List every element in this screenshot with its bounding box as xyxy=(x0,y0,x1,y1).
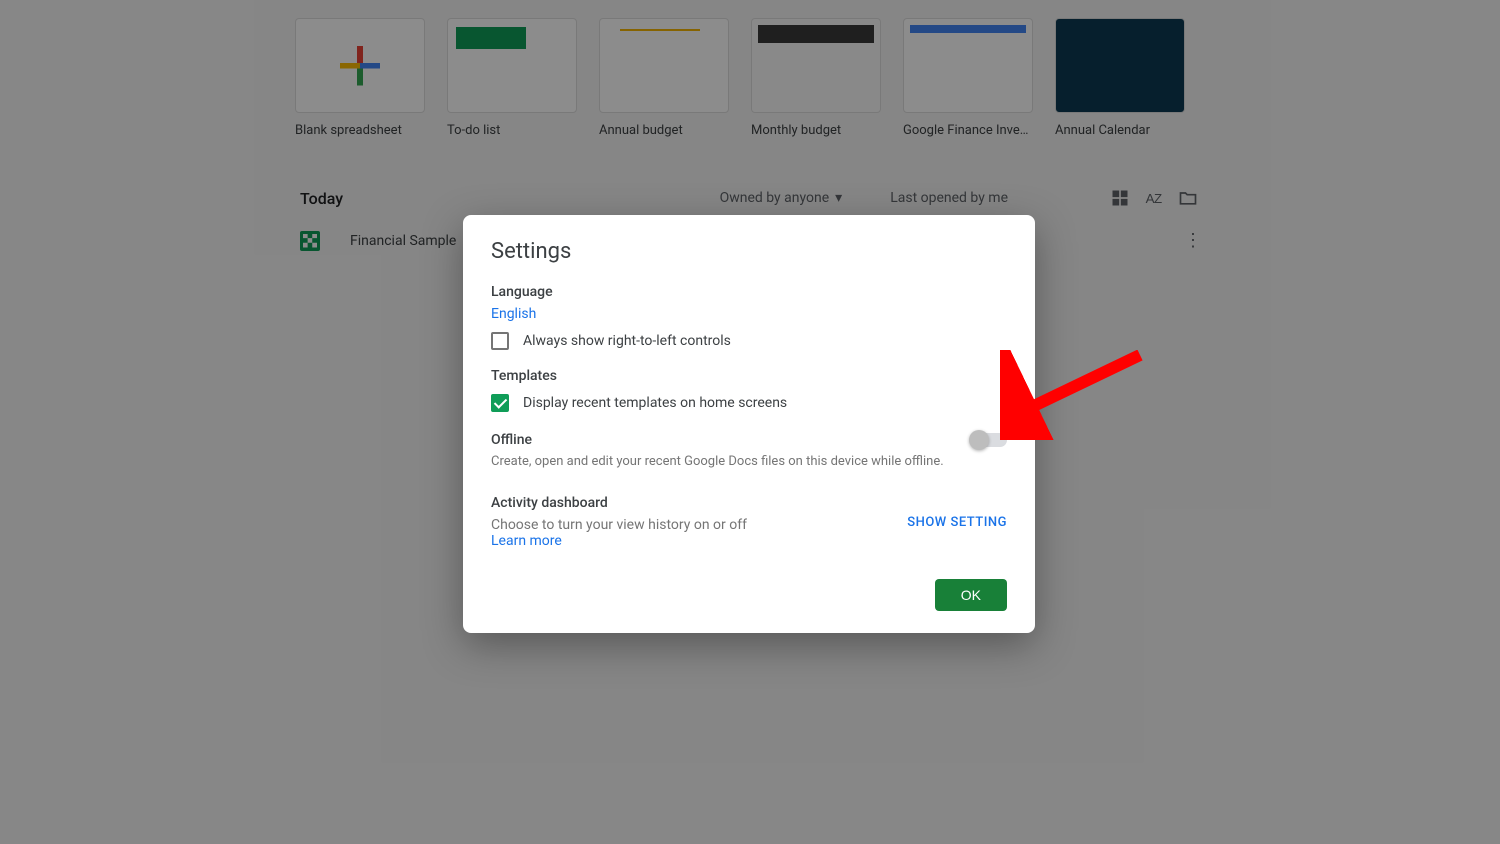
templates-heading: Templates xyxy=(491,368,1007,384)
ok-button[interactable]: OK xyxy=(935,579,1007,611)
language-heading: Language xyxy=(491,284,1007,300)
display-templates-label: Display recent templates on home screens xyxy=(523,395,787,411)
activity-heading: Activity dashboard xyxy=(491,495,747,511)
rtl-label: Always show right-to-left controls xyxy=(523,333,731,349)
settings-dialog: Settings Language English Always show ri… xyxy=(463,215,1035,633)
display-templates-checkbox[interactable] xyxy=(491,394,509,412)
language-value[interactable]: English xyxy=(491,306,1007,322)
offline-toggle[interactable] xyxy=(971,433,1007,447)
learn-more-link[interactable]: Learn more xyxy=(491,533,747,549)
activity-description: Choose to turn your view history on or o… xyxy=(491,517,747,533)
offline-description: Create, open and edit your recent Google… xyxy=(491,454,1007,469)
show-setting-button[interactable]: SHOW SETTING xyxy=(907,515,1007,530)
offline-heading: Offline xyxy=(491,432,532,448)
rtl-checkbox[interactable] xyxy=(491,332,509,350)
dialog-title: Settings xyxy=(491,239,1007,264)
